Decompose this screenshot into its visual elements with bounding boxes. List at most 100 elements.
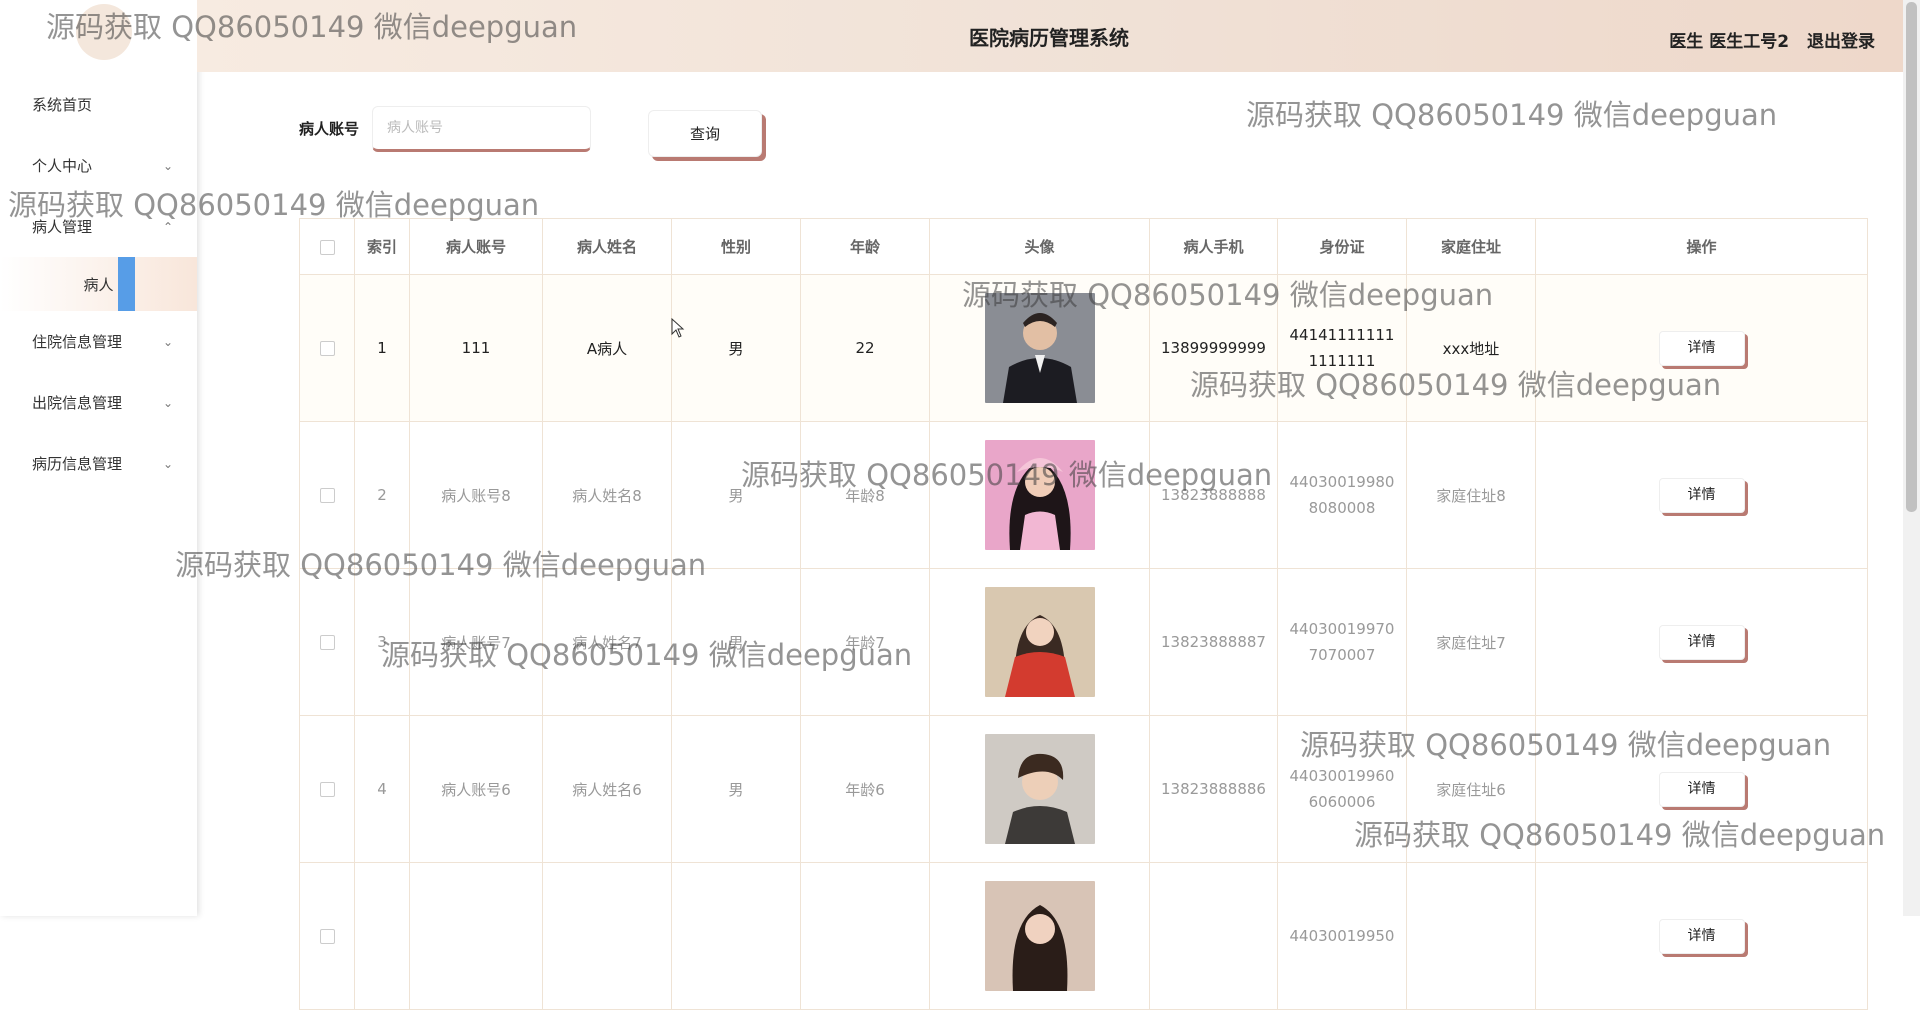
detail-button[interactable]: 详情 <box>1658 624 1745 660</box>
column-header: 家庭住址 <box>1406 218 1536 275</box>
active-indicator <box>118 257 135 311</box>
sidebar-item-label: 病人管理 <box>32 218 93 236</box>
user-role: 医生 <box>1669 32 1704 52</box>
column-header: 索引 <box>354 218 410 275</box>
table-row[interactable]: 1 111 A病人 男 22 13899999999 44141111111 1… <box>299 274 1868 422</box>
cell-idcard: 44141111111 1111111 <box>1277 274 1407 422</box>
detail-button[interactable]: 详情 <box>1658 330 1745 366</box>
detail-button[interactable]: 详情 <box>1658 477 1745 513</box>
sidebar: 系统首页 个人中心 ⌄ 病人管理 ⌃ 病人 住院信息管理 ⌄ 出院信息管理 ⌄ … <box>0 0 197 916</box>
cell-gender <box>671 862 801 1010</box>
cell-name: 病人姓名8 <box>542 421 672 569</box>
cell-age <box>800 862 930 1010</box>
row-select-cell[interactable] <box>299 421 355 569</box>
row-checkbox[interactable] <box>319 782 335 797</box>
row-select-cell[interactable] <box>299 715 355 863</box>
table-row[interactable]: 4 病人账号6 病人姓名6 男 年龄6 13823888886 44030019… <box>299 715 1868 863</box>
chevron-down-icon: ⌄ <box>162 456 173 471</box>
chevron-down-icon: ⌄ <box>162 334 173 349</box>
idcard-line: 7070007 <box>1308 646 1376 664</box>
sidebar-item-label: 个人中心 <box>32 157 93 175</box>
sidebar-item-patient-management[interactable]: 病人管理 ⌃ <box>0 196 197 257</box>
search-input[interactable] <box>372 106 591 152</box>
cell-index <box>354 862 410 1010</box>
column-header: 操作 <box>1535 218 1868 275</box>
row-select-cell[interactable] <box>299 274 355 422</box>
cell-index: 4 <box>354 715 410 863</box>
cell-actions: 详情 <box>1535 568 1868 716</box>
table-row[interactable]: 3 病人账号7 病人姓名7 男 年龄7 13823888887 44030019… <box>299 568 1868 716</box>
sidebar-item-medical-record-management[interactable]: 病历信息管理 ⌄ <box>0 433 197 494</box>
idcard-line: 44030019960 <box>1289 767 1395 785</box>
cell-actions: 详情 <box>1535 715 1868 863</box>
scrollbar-thumb[interactable] <box>1906 2 1917 512</box>
logout-link[interactable]: 退出登录 <box>1807 32 1875 52</box>
cell-phone <box>1149 862 1278 1010</box>
detail-button[interactable]: 详情 <box>1658 771 1745 807</box>
avatar <box>984 881 1095 991</box>
cell-index: 3 <box>354 568 410 716</box>
column-header: 病人姓名 <box>542 218 672 275</box>
table-row[interactable]: 44030019950 详情 <box>299 862 1868 1010</box>
patient-table: 索引 病人账号 病人姓名 性别 年龄 头像 病人手机 身份证 家庭住址 操作 1… <box>299 218 1868 1010</box>
cell-avatar <box>929 274 1150 422</box>
watermark-text: 源码获取 QQ86050149 微信deepguan <box>1246 98 1778 132</box>
cell-name: A病人 <box>542 274 672 422</box>
username: 医生工号2 <box>1709 32 1790 52</box>
cell-account: 111 <box>409 274 543 422</box>
chevron-up-icon: ⌃ <box>162 219 173 234</box>
avatar <box>984 734 1095 844</box>
sidebar-item-discharge-management[interactable]: 出院信息管理 ⌄ <box>0 372 197 433</box>
column-header: 年龄 <box>800 218 930 275</box>
cell-idcard: 44030019950 <box>1277 862 1407 1010</box>
cell-idcard: 44030019970 7070007 <box>1277 568 1407 716</box>
row-checkbox[interactable] <box>319 488 335 503</box>
chevron-down-icon: ⌄ <box>162 395 173 410</box>
detail-button[interactable]: 详情 <box>1658 918 1745 954</box>
cell-avatar <box>929 568 1150 716</box>
mouse-cursor-icon <box>671 318 685 338</box>
cell-address: 家庭住址8 <box>1406 421 1536 569</box>
scrollbar-track[interactable] <box>1903 0 1920 916</box>
cell-phone: 13823888888 <box>1149 421 1278 569</box>
cell-actions: 详情 <box>1535 862 1868 1010</box>
logo-avatar <box>76 4 132 60</box>
cell-idcard: 44030019960 6060006 <box>1277 715 1407 863</box>
idcard-line: 44141111111 <box>1289 326 1395 344</box>
select-all-cell[interactable] <box>299 218 355 275</box>
cell-name: 病人姓名6 <box>542 715 672 863</box>
column-header: 身份证 <box>1277 218 1407 275</box>
table-row[interactable]: 2 病人账号8 病人姓名8 男 年龄8 13823888888 44030019… <box>299 421 1868 569</box>
cell-name: 病人姓名7 <box>542 568 672 716</box>
sidebar-menu: 系统首页 个人中心 ⌄ 病人管理 ⌃ 病人 住院信息管理 ⌄ 出院信息管理 ⌄ … <box>0 74 197 494</box>
cell-address: xxx地址 <box>1406 274 1536 422</box>
cell-gender: 男 <box>671 715 801 863</box>
cell-account <box>409 862 543 1010</box>
cell-address <box>1406 862 1536 1010</box>
cell-actions: 详情 <box>1535 421 1868 569</box>
cell-gender: 男 <box>671 421 801 569</box>
search-button[interactable]: 查询 <box>648 110 762 157</box>
sidebar-item-inpatient-management[interactable]: 住院信息管理 ⌄ <box>0 311 197 372</box>
cell-index: 2 <box>354 421 410 569</box>
row-select-cell[interactable] <box>299 568 355 716</box>
cell-avatar <box>929 421 1150 569</box>
cell-gender: 男 <box>671 568 801 716</box>
sidebar-subitem-patient[interactable]: 病人 <box>0 257 197 311</box>
cell-idcard: 44030019980 8080008 <box>1277 421 1407 569</box>
avatar <box>984 440 1095 550</box>
cell-account: 病人账号7 <box>409 568 543 716</box>
avatar <box>984 587 1095 697</box>
cell-age: 年龄8 <box>800 421 930 569</box>
sidebar-item-home[interactable]: 系统首页 <box>0 74 197 135</box>
select-all-checkbox[interactable] <box>319 239 335 255</box>
sidebar-item-personal-center[interactable]: 个人中心 ⌄ <box>0 135 197 196</box>
row-select-cell[interactable] <box>299 862 355 1010</box>
row-checkbox[interactable] <box>319 635 335 650</box>
row-checkbox[interactable] <box>319 929 335 944</box>
column-header: 病人手机 <box>1149 218 1278 275</box>
cell-index: 1 <box>354 274 410 422</box>
idcard-line: 8080008 <box>1308 499 1376 517</box>
row-checkbox[interactable] <box>319 341 335 356</box>
idcard-line: 44030019980 <box>1289 473 1395 491</box>
